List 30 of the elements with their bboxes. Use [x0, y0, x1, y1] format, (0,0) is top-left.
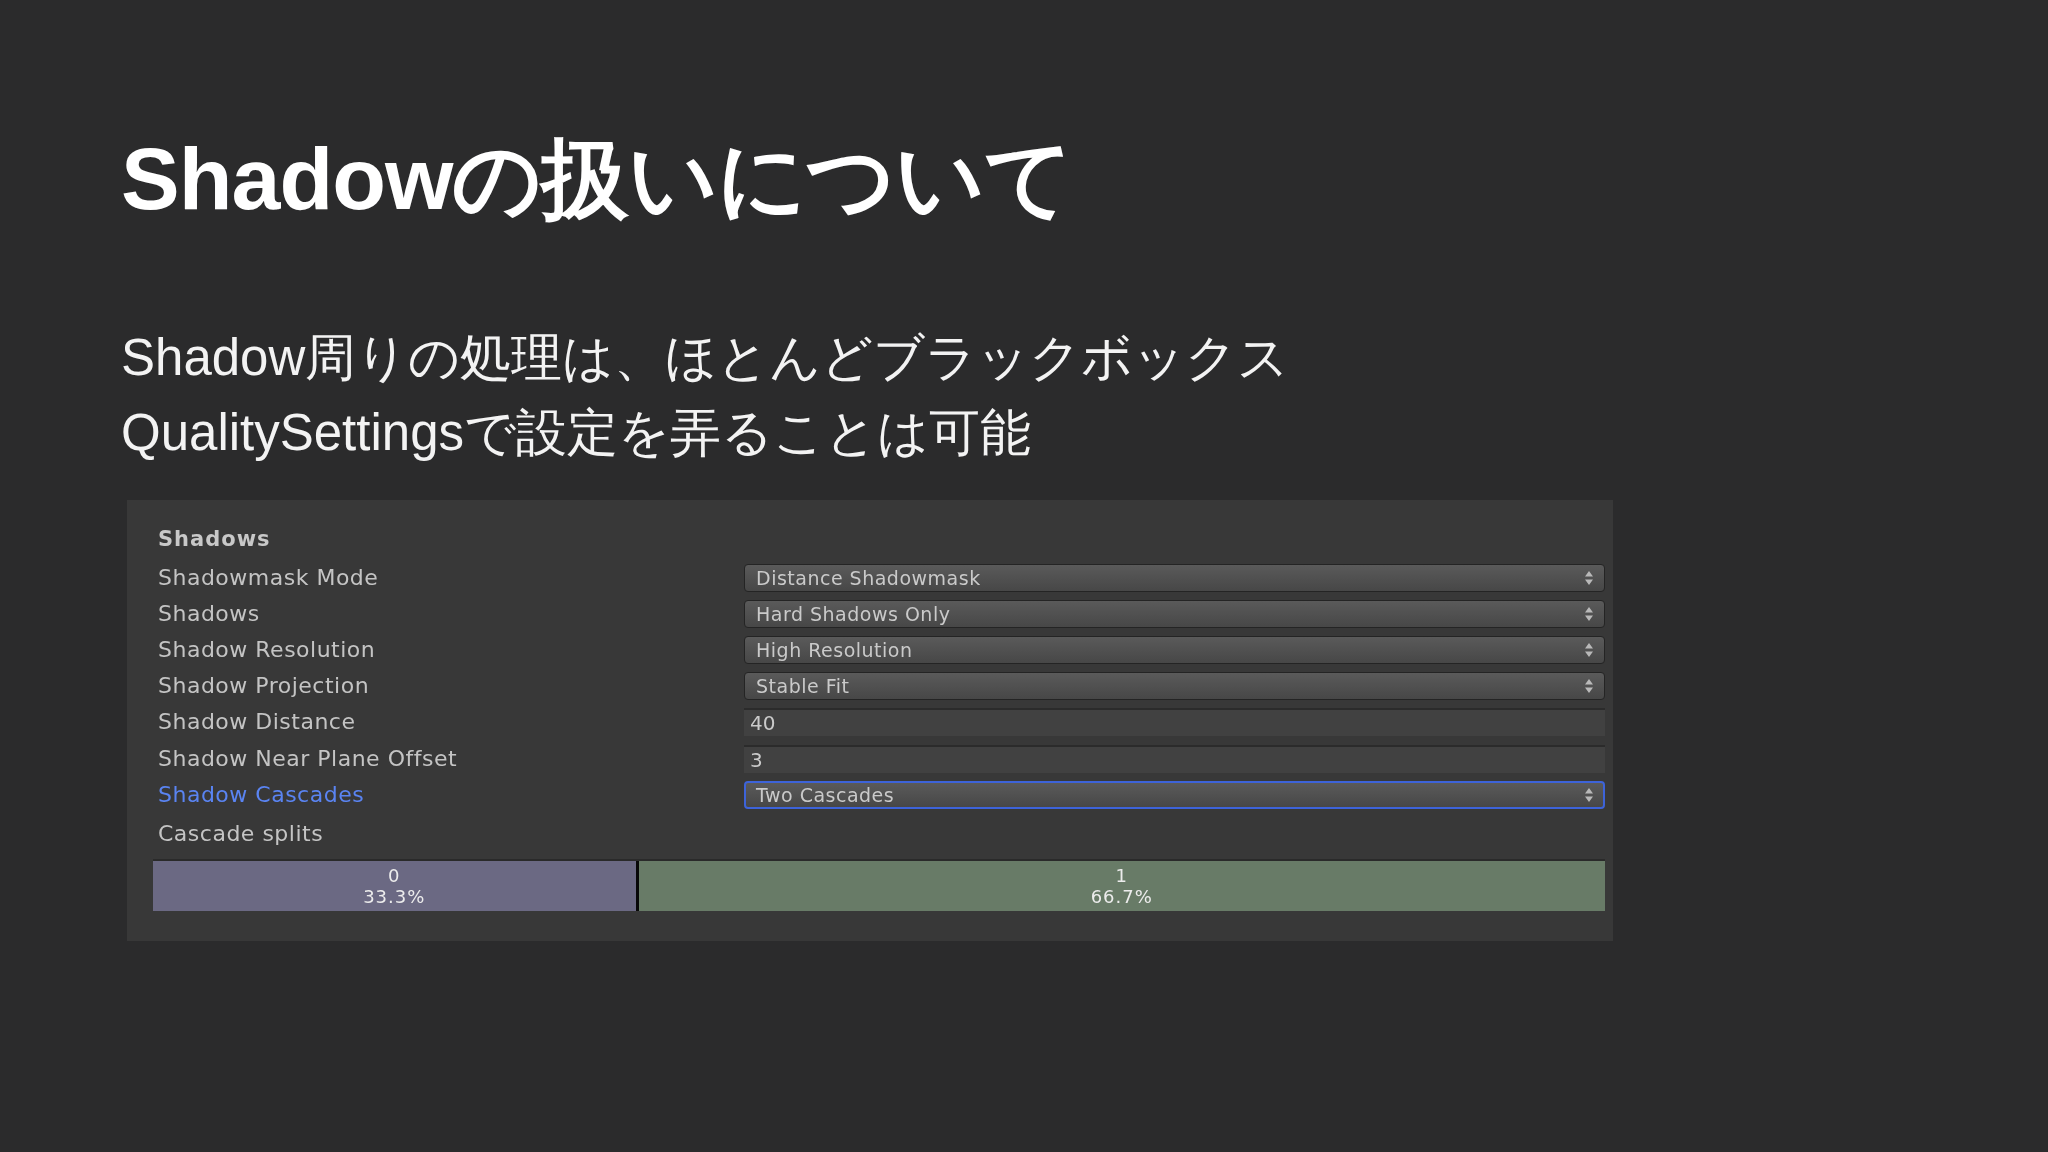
setting-label: Cascade splits: [158, 819, 324, 848]
setting-label: Shadow Resolution: [158, 636, 376, 665]
slide-text: Shadow周りの処理は、ほとんどブラックボックス: [121, 327, 1290, 388]
segment-percent: 66.7%: [1090, 885, 1153, 907]
segment-index: 1: [1115, 864, 1128, 886]
up-down-arrows-icon: [1585, 643, 1593, 658]
setting-label: Shadowmask Mode: [158, 563, 379, 592]
dropdown[interactable]: High Resolution: [744, 636, 1605, 665]
dropdown[interactable]: Stable Fit: [744, 672, 1605, 701]
dropdown[interactable]: Two Cascades: [744, 780, 1605, 809]
up-down-arrows-icon: [1585, 606, 1593, 621]
up-down-arrows-icon: [1585, 679, 1593, 694]
cascade-split-bar[interactable]: 0 33.3% 1 66.7%: [153, 858, 1605, 911]
number-field[interactable]: 3: [744, 744, 1605, 773]
dropdown[interactable]: Hard Shadows Only: [744, 599, 1605, 628]
segment-percent: 33.3%: [363, 885, 426, 907]
dropdown[interactable]: Distance Shadowmask: [744, 563, 1605, 592]
segment-index: 0: [388, 864, 401, 886]
setting-label: Shadow Near Plane Offset: [158, 744, 458, 773]
up-down-arrows-icon: [1585, 570, 1593, 585]
up-down-arrows-icon: [1585, 787, 1593, 802]
setting-label: Shadows: [158, 599, 260, 628]
slide-title: Shadowの扱いについて: [121, 128, 1074, 230]
number-field[interactable]: 40: [744, 708, 1605, 737]
split-handle[interactable]: [635, 860, 639, 911]
setting-label: Shadow Cascades: [158, 780, 365, 809]
slide-text: QualitySettingsで設定を弄ることは可能: [121, 402, 1031, 463]
setting-label: Shadow Distance: [158, 708, 356, 737]
section-heading: Shadows: [158, 525, 271, 553]
setting-label: Shadow Projection: [158, 672, 370, 701]
